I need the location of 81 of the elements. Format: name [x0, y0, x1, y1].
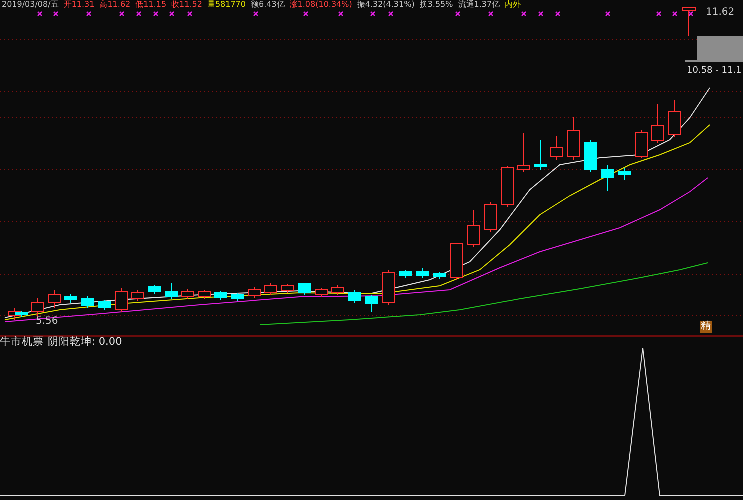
quote-field: 开11.31 — [64, 0, 95, 9]
signal-marker-icon — [455, 11, 461, 17]
high-price-marker-icon — [682, 8, 696, 36]
candlestick — [652, 104, 664, 144]
quote-field: 收11.52 — [172, 0, 202, 9]
signal-marker-icon — [37, 11, 43, 17]
candlestick — [366, 294, 378, 312]
candlestick — [64, 294, 78, 304]
quote-field: 低11.15 — [136, 0, 167, 9]
candlestick — [518, 132, 530, 172]
quote-field: 换3.55% — [420, 0, 454, 9]
candlestick — [568, 116, 580, 160]
quote-field: 内外 — [505, 0, 522, 9]
candlestick — [214, 290, 228, 300]
candlestick — [166, 282, 178, 300]
candlestick — [32, 298, 44, 318]
candlestick — [618, 168, 632, 180]
candlestick — [232, 292, 244, 302]
candlestick — [82, 296, 94, 308]
candlestick — [550, 136, 564, 160]
quote-field: 流通1.37亿 — [458, 0, 500, 9]
high-price-label: 11.62 — [706, 7, 735, 18]
signal-marker-icon — [303, 11, 309, 17]
indicator-name: 牛市机票 — [0, 336, 44, 348]
candlestick — [450, 244, 464, 280]
candlestick — [348, 290, 362, 304]
candlestick — [148, 284, 162, 294]
candlestick — [484, 202, 498, 232]
candlestick — [198, 290, 212, 300]
signal-marker-icon — [136, 11, 142, 17]
signal-marker-icon — [388, 11, 394, 17]
signal-marker-icon — [656, 11, 662, 17]
candlestick — [584, 140, 598, 172]
candlestick — [316, 288, 328, 298]
signal-marker-icon — [153, 11, 159, 17]
candlestick — [48, 290, 62, 308]
candlestick — [668, 100, 682, 138]
candlestick — [534, 140, 548, 170]
signal-marker-icon — [338, 11, 344, 17]
price-range-drawing — [685, 36, 743, 62]
candlestick — [132, 290, 144, 302]
signal-marker-icon — [521, 11, 527, 17]
candlestick — [182, 288, 194, 300]
candlestick — [116, 288, 128, 312]
signal-marker-icon — [488, 11, 494, 17]
price-range-label: 10.58 - 11.1 — [687, 66, 742, 76]
candlestick — [434, 272, 446, 280]
candlestick — [248, 286, 262, 298]
quote-field: 额6.43亿 — [250, 0, 285, 9]
quote-field: 振4.32(4.31%) — [357, 0, 415, 9]
badge: 精 — [700, 321, 712, 333]
signal-marker-icon — [253, 11, 259, 17]
candlestick — [416, 268, 430, 278]
low-price-label: 5.56 — [36, 316, 58, 327]
indicator-value: 阴阳乾坤: 0.00 — [48, 336, 122, 348]
signal-marker-icon — [672, 11, 678, 17]
signal-marker-icon — [605, 11, 611, 17]
candlestick — [298, 282, 312, 296]
signal-marker-icon — [86, 11, 92, 17]
candlestick — [400, 270, 412, 278]
candlestick — [282, 284, 294, 294]
signal-marker-icon — [370, 11, 376, 17]
candlestick — [468, 210, 480, 248]
signal-marker-icon — [187, 11, 193, 17]
candlestick — [332, 284, 344, 296]
candlestick — [602, 164, 614, 192]
quote-field: 量581770 — [207, 0, 246, 9]
candlestick — [502, 166, 514, 208]
signal-marker-icon — [119, 11, 125, 17]
candlestick — [382, 270, 396, 306]
quote-field: 2019/03/08/五 — [2, 0, 59, 9]
quote-field: 高11.62 — [100, 0, 131, 9]
signal-marker-icon — [688, 11, 694, 17]
candlestick — [636, 130, 648, 158]
candlestick — [98, 300, 112, 310]
signal-marker-icon — [538, 11, 544, 17]
candlestick — [264, 282, 278, 296]
signal-marker-icon — [169, 11, 175, 17]
quote-field: 涨1.08(10.34%) — [290, 0, 352, 9]
signal-marker-icon — [53, 11, 59, 17]
signal-marker-icon — [555, 11, 561, 17]
